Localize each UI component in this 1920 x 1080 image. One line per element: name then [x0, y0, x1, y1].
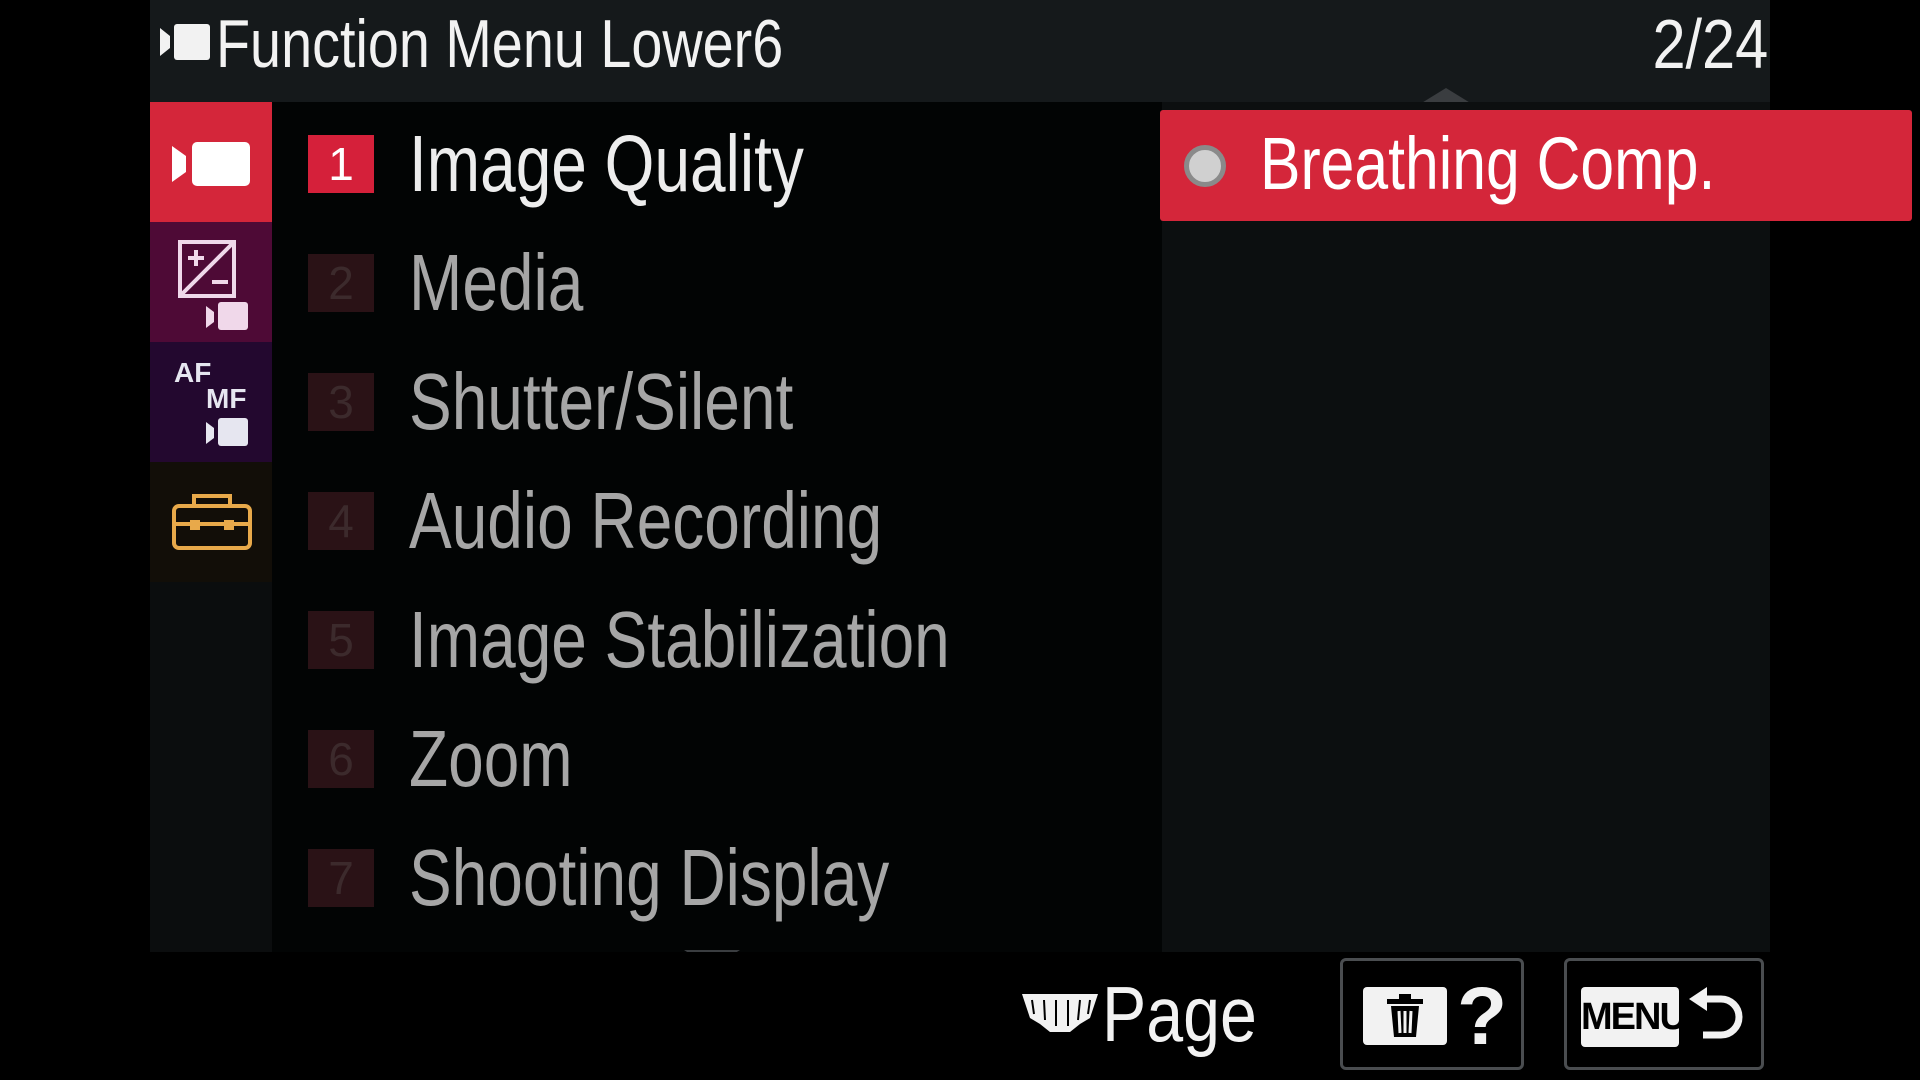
movie-camera-icon	[172, 142, 250, 186]
menu-item-zoom[interactable]: 6 Zoom	[272, 697, 1162, 816]
menu-item-label: Image Stabilization	[409, 595, 950, 684]
radio-indicator-icon	[1184, 145, 1226, 187]
tab-exposure-color[interactable]	[150, 222, 272, 342]
menu-title: Function Menu Lower6	[216, 6, 784, 82]
svg-text:MF: MF	[206, 383, 246, 414]
help-button[interactable]: ?	[1340, 958, 1524, 1070]
tab-focus[interactable]: AF MF	[150, 342, 272, 462]
menu-item-number: 5	[308, 611, 374, 669]
submenu-item-breathing-comp[interactable]: Breathing Comp.	[1160, 110, 1912, 221]
header-bar: Function Menu Lower6 2/24	[150, 0, 1770, 102]
menu-back-button[interactable]: MENU	[1564, 958, 1764, 1070]
menu-item-label: Audio Recording	[409, 476, 883, 565]
menu-item-label: Shooting Display	[409, 833, 890, 922]
trash-icon	[1363, 987, 1447, 1045]
menu-item-image-stabilization[interactable]: 5 Image Stabilization	[272, 578, 1162, 697]
tab-shooting-movie[interactable]	[150, 102, 272, 222]
page-indicator: 2/24	[1652, 5, 1768, 83]
menu-item-number: 7	[308, 849, 374, 907]
menu-item-image-quality[interactable]: 1 Image Quality	[272, 102, 1162, 221]
menu-item-number: 1	[308, 135, 374, 193]
movie-mode-icon	[160, 24, 210, 60]
menu-body: AF MF 1 Image Quality 2 Media 3 Shutter/…	[150, 102, 1912, 952]
menu-item-shutter-silent[interactable]: 3 Shutter/Silent	[272, 340, 1162, 459]
af-mf-movie-icon: AF MF	[174, 357, 248, 446]
toolbox-icon	[172, 494, 252, 550]
menu-item-audio-recording[interactable]: 4 Audio Recording	[272, 459, 1162, 578]
menu-list: 1 Image Quality 2 Media 3 Shutter/Silent…	[272, 102, 1162, 952]
return-arrow-icon	[1689, 987, 1743, 1039]
menu-item-label: Image Quality	[409, 119, 804, 208]
camera-menu-screen: Function Menu Lower6 2/24 AF MF 1 Image …	[150, 0, 1912, 1080]
menu-key-label: MENU	[1581, 987, 1687, 1047]
submenu-item-label: Breathing Comp.	[1260, 122, 1716, 205]
menu-item-label: Media	[409, 238, 584, 327]
menu-item-label: Zoom	[409, 714, 573, 803]
footer-bar: Page ? MENU	[150, 952, 1770, 1080]
menu-item-media[interactable]: 2 Media	[272, 221, 1162, 340]
help-question-label: ?	[1457, 971, 1508, 1062]
exposure-movie-icon	[178, 240, 248, 330]
tab-setup[interactable]	[150, 462, 272, 582]
menu-item-shooting-display[interactable]: 7 Shooting Display	[272, 816, 1162, 935]
menu-item-number: 2	[308, 254, 374, 312]
page-label: Page	[1102, 970, 1257, 1058]
menu-item-number: 3	[308, 373, 374, 431]
control-dial-icon	[1022, 994, 1098, 1032]
menu-item-number: 6	[308, 730, 374, 788]
category-tab-bar: AF MF	[150, 102, 272, 952]
menu-item-number: 4	[308, 492, 374, 550]
menu-item-label: Shutter/Silent	[409, 357, 794, 446]
submenu-panel: Breathing Comp.	[1160, 102, 1912, 952]
